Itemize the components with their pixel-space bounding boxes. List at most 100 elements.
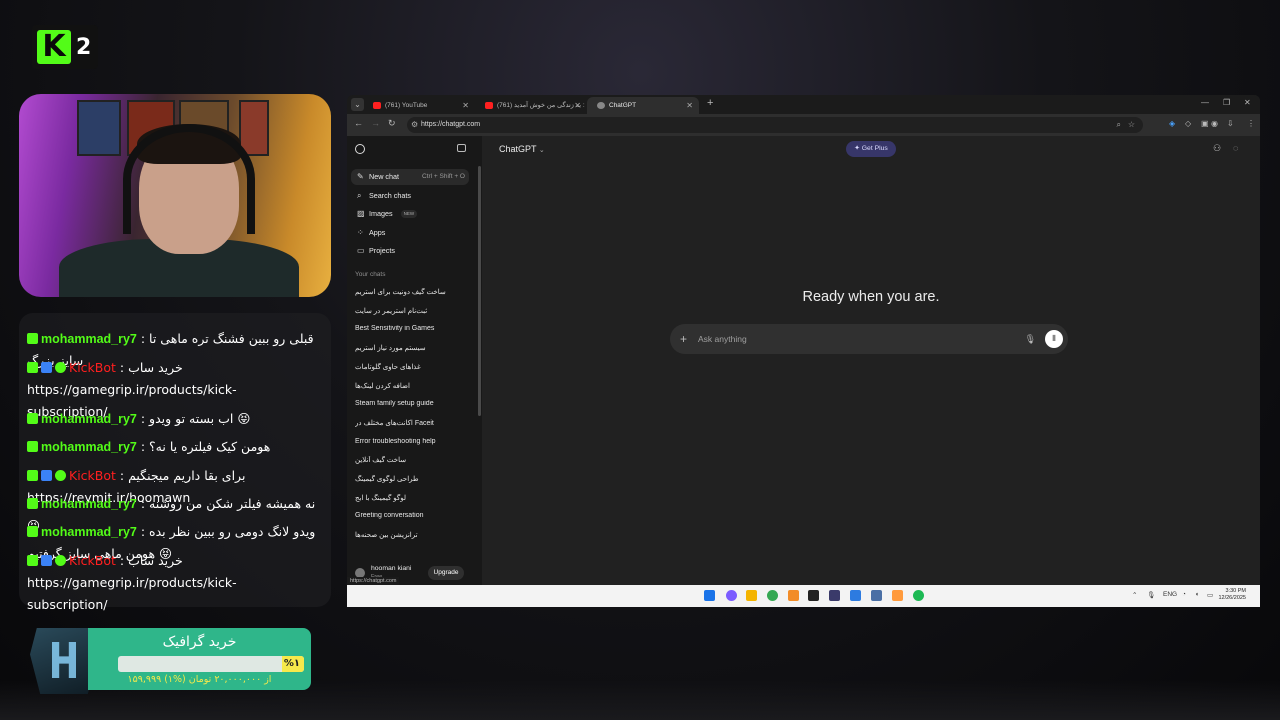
clock-date: 12/26/2025 — [1218, 595, 1246, 601]
sidebar-item-images[interactable]: ▨ Images NEW — [351, 206, 469, 222]
model-selector[interactable]: ChatGPT ⌄ — [499, 144, 545, 154]
chat-history-item[interactable]: ساخت گیف آنلاین — [355, 456, 473, 464]
chat-history-item[interactable]: اکانت‌های مختلف در Faceit — [355, 419, 473, 427]
chat-message-text: : هومن کیک فیلتره یا نه؟ — [136, 439, 271, 454]
chat-history-item[interactable]: طراحی لوگوی گیمینگ — [355, 475, 473, 483]
chrome-icon[interactable] — [767, 590, 778, 601]
tray-battery-icon[interactable]: ▭ — [1207, 591, 1213, 599]
kick-badge-icon — [27, 470, 38, 481]
app-icon[interactable] — [808, 590, 819, 601]
app-icon[interactable] — [892, 590, 903, 601]
headset — [123, 124, 255, 234]
obs-icon[interactable] — [829, 590, 840, 601]
chat-history-item[interactable]: سیستم مورد نیاز استریم — [355, 344, 473, 352]
chat-history-item[interactable]: غذاهای حاوی گلوتامات — [355, 363, 473, 371]
tray-chevron-icon[interactable]: ⌃ — [1132, 591, 1137, 599]
language-indicator[interactable]: ENG — [1163, 591, 1177, 598]
openai-logo-icon[interactable] — [355, 144, 365, 154]
chat-username[interactable]: mohammad_ry7 — [41, 332, 137, 346]
chat-history-item[interactable]: Error troubleshooting help — [355, 438, 473, 445]
tray-wifi-icon[interactable]: ◔ — [1182, 591, 1186, 598]
chat-username[interactable]: mohammad_ry7 — [41, 440, 137, 454]
restore-icon[interactable]: ❐ — [1223, 98, 1230, 107]
app-icon[interactable] — [850, 590, 861, 601]
menu-dots-icon[interactable]: ⋮ — [1247, 119, 1255, 128]
back-icon[interactable]: ← — [354, 118, 363, 128]
minimize-icon[interactable]: — — [1201, 98, 1209, 107]
start-icon[interactable] — [704, 590, 715, 601]
tray-mic-icon[interactable]: 🎙 — [1147, 591, 1155, 599]
tray-volume-icon[interactable]: ◖ — [1195, 591, 1199, 598]
bookmark-star-icon[interactable]: ☆ — [1128, 117, 1135, 133]
window-close-icon[interactable]: ✕ — [1244, 98, 1251, 107]
sidebar-toggle-icon[interactable] — [457, 144, 466, 152]
profile-icon[interactable]: ◉ — [1211, 119, 1218, 128]
close-icon[interactable]: ✕ — [574, 97, 581, 114]
chat-message: KickBot : خرید ساب https://gamegrip.ir/p… — [27, 550, 317, 616]
tab-chatgpt[interactable]: ChatGPT ✕ — [587, 97, 699, 114]
forward-icon[interactable]: → — [371, 118, 380, 128]
chatgpt-sidebar: ✎ New chat Ctrl + Shift + O ⌕ Search cha… — [347, 136, 482, 585]
chat-history-item[interactable]: ترانزیشن بین صحنه‌ها — [355, 531, 473, 539]
extension-icon[interactable]: ◈ — [1169, 119, 1175, 128]
chat-history-item[interactable]: ثبت‌نام استریمر در سایت — [355, 307, 473, 315]
sidebar-item-projects[interactable]: ▭ Projects — [351, 243, 469, 259]
clock-time: 3:30 PM — [1225, 588, 1246, 594]
get-plus-label: Get Plus — [861, 145, 888, 152]
kick-logo-number: 2 — [76, 34, 92, 60]
chat-username[interactable]: KickBot — [69, 360, 116, 375]
tab-label: ChatGPT — [609, 102, 637, 109]
temporary-chat-icon[interactable]: ◌ — [1233, 143, 1238, 153]
plus-icon[interactable]: + — [680, 324, 687, 354]
sidebar-item-new-chat[interactable]: ✎ New chat Ctrl + Shift + O — [351, 169, 469, 185]
chat-history-item[interactable]: Best Sensitivity in Games — [355, 325, 473, 332]
vlc-icon[interactable] — [788, 590, 799, 601]
chat-history-item[interactable]: لوگو گیمینگ با ابج — [355, 494, 473, 502]
sidebar-item-apps[interactable]: ⁘ Apps — [351, 225, 469, 241]
get-plus-button[interactable]: ✦ Get Plus — [846, 141, 896, 157]
chat-username[interactable]: mohammad_ry7 — [41, 497, 137, 511]
close-icon[interactable]: ✕ — [462, 97, 469, 114]
reload-icon[interactable]: ↻ — [388, 118, 396, 129]
share-user-icon[interactable]: ⚇ — [1213, 143, 1221, 154]
tab-label: (761) به زندگی من خوش آمدید : — [497, 102, 585, 109]
prompt-input[interactable]: + Ask anything 🎙 ⦀ — [670, 324, 1068, 354]
site-info-icon[interactable]: ⚙ — [411, 117, 418, 133]
microphone-icon[interactable]: 🎙 — [1025, 324, 1036, 354]
close-icon[interactable]: ✕ — [686, 97, 693, 114]
sparkle-icon: ✦ — [854, 145, 860, 152]
chat-username[interactable]: KickBot — [69, 468, 116, 483]
system-clock[interactable]: 3:30 PM 12/26/2025 — [1218, 588, 1246, 602]
file-explorer-icon[interactable] — [746, 590, 757, 601]
chat-history-item[interactable]: اضافه کردن لینک‌ها — [355, 382, 473, 390]
spotify-icon[interactable] — [913, 590, 924, 601]
address-bar[interactable]: ⚙ https://chatgpt.com ⌕ ☆ — [407, 117, 1143, 133]
zoom-icon[interactable]: ⌕ — [1117, 117, 1121, 133]
upgrade-button[interactable]: Upgrade — [428, 566, 464, 580]
tab-youtube-2[interactable]: (761) به زندگی من خوش آمدید : ✕ — [475, 97, 587, 114]
download-icon[interactable]: ⇩ — [1227, 119, 1234, 128]
puzzle-icon[interactable]: ▣ — [1201, 119, 1209, 128]
browser-toolbar: ← → ↻ ⚙ https://chatgpt.com ⌕ ☆ ◈ ◇ ▣ ◉ … — [347, 114, 1260, 136]
chat-username[interactable]: KickBot — [69, 553, 116, 568]
bot-badge-icon — [41, 470, 52, 481]
voice-mode-icon[interactable]: ⦀ — [1045, 330, 1063, 348]
kick-badge-icon — [27, 413, 38, 424]
app-icon[interactable] — [871, 590, 882, 601]
tab-label: (761) YouTube — [385, 102, 428, 109]
bot-badge-icon — [41, 362, 52, 373]
chat-history-item[interactable]: Greeting conversation — [355, 512, 473, 519]
extension-icon[interactable]: ◇ — [1185, 119, 1191, 128]
sidebar-item-label: Apps — [369, 228, 386, 237]
your-chats-heading: Your chats — [355, 271, 386, 278]
chat-username[interactable]: mohammad_ry7 — [41, 412, 137, 426]
donation-title: خرید گرافیک — [162, 634, 237, 650]
verified-badge-icon — [55, 362, 66, 373]
tab-youtube[interactable]: (761) YouTube ✕ — [363, 97, 475, 114]
donation-percent: %۱ — [283, 658, 300, 669]
sidebar-item-search-chats[interactable]: ⌕ Search chats — [351, 188, 469, 204]
copilot-icon[interactable] — [726, 590, 737, 601]
new-tab-icon[interactable]: + — [707, 97, 713, 109]
chat-history-item[interactable]: Steam family setup guide — [355, 400, 473, 407]
chat-username[interactable]: mohammad_ry7 — [41, 525, 137, 539]
